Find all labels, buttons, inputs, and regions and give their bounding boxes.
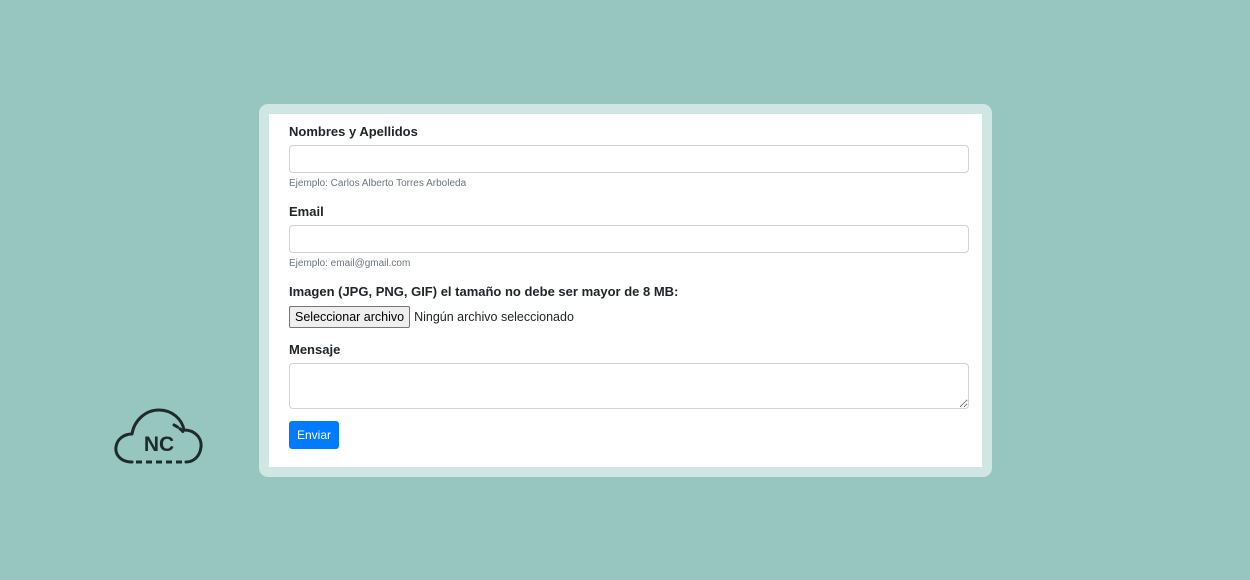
email-input[interactable] — [289, 225, 969, 253]
message-label: Mensaje — [289, 342, 341, 357]
select-file-button[interactable]: Seleccionar archivo — [289, 306, 411, 328]
image-label: Imagen (JPG, PNG, GIF) el tamaño no debe… — [289, 284, 679, 299]
cloud-icon: NC — [114, 408, 203, 464]
name-label: Nombres y Apellidos — [289, 124, 418, 139]
name-input[interactable] — [289, 145, 969, 173]
email-hint: Ejemplo: email@gmail.com — [289, 258, 411, 269]
file-status-text: Ningún archivo seleccionado — [414, 310, 574, 324]
name-hint: Ejemplo: Carlos Alberto Torres Arboleda — [289, 178, 467, 189]
nc-cloud-logo: NC — [112, 405, 206, 467]
submit-button[interactable]: Enviar — [289, 421, 339, 449]
file-input: Seleccionar archivo Ningún archivo selec… — [289, 306, 574, 328]
form-card-frame: Nombres y Apellidos Ejemplo: Carlos Albe… — [259, 104, 992, 477]
contact-form: Nombres y Apellidos Ejemplo: Carlos Albe… — [269, 114, 982, 467]
email-label: Email — [289, 204, 324, 219]
message-textarea[interactable] — [289, 363, 969, 409]
logo-text: NC — [144, 433, 174, 456]
